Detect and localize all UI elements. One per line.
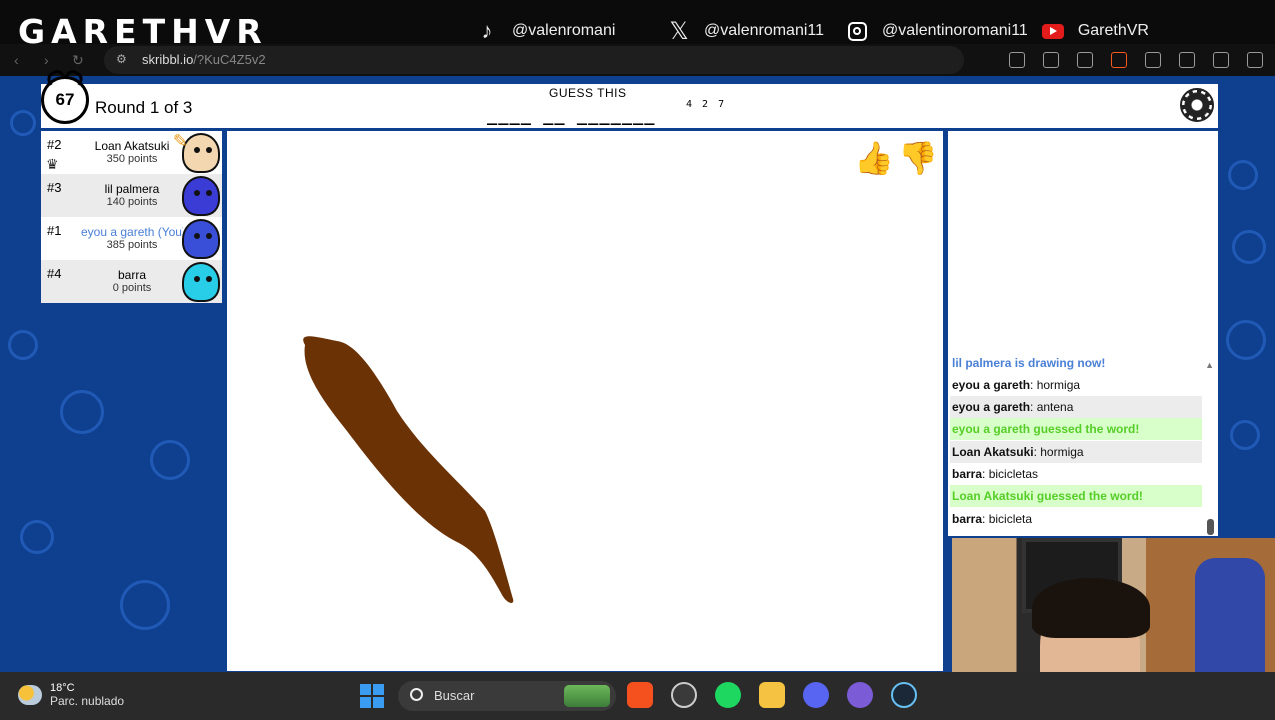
file-explorer-icon[interactable]	[759, 682, 785, 708]
chat-app-icon[interactable]	[847, 682, 873, 708]
chat-user: Loan Akatsuki	[952, 445, 1034, 459]
weather-cloud-icon	[18, 685, 42, 705]
pencil-drawing-icon: ✎	[172, 131, 188, 151]
chat-user: eyou a gareth	[952, 378, 1031, 392]
chat-text: bicicleta	[988, 512, 1033, 526]
settings-gear-icon[interactable]	[1180, 88, 1214, 122]
player-name: Loan Akatsuki	[94, 139, 170, 153]
address-bar[interactable]: ⚙ skribbl.io/?KuC4Z5v2	[104, 46, 964, 74]
brave-shield-icon[interactable]	[1111, 52, 1127, 68]
player-row[interactable]: #4 barra 0 points	[41, 260, 222, 303]
player-rank: #1	[47, 223, 62, 238]
url-host: skribbl.io	[142, 52, 194, 67]
player-avatar	[182, 262, 220, 302]
player-name: lil palmera	[104, 182, 160, 196]
chat-text: bicicletas	[988, 467, 1039, 481]
player-avatar	[182, 176, 220, 216]
instagram-icon	[844, 18, 870, 44]
windows-start-icon[interactable]	[360, 684, 384, 708]
player-name: barra	[117, 268, 146, 282]
chat-message: barra: bicicletas	[952, 467, 1039, 481]
player-points: 350 points	[106, 153, 158, 165]
round-indicator: Round 1 of 3	[95, 98, 193, 117]
obs-icon[interactable]	[671, 682, 697, 708]
chat-text: antena	[1036, 400, 1074, 414]
chat-panel: lil palmera is drawing now! eyou a garet…	[948, 131, 1218, 536]
search-highlight-icon	[564, 685, 610, 707]
chat-user: eyou a gareth	[952, 400, 1031, 414]
webcam-person-hair	[1032, 578, 1150, 638]
brown-stroke	[303, 336, 514, 603]
timer-value: 67	[55, 90, 75, 109]
player-rank: #2	[47, 137, 62, 152]
search-placeholder: Buscar	[434, 688, 475, 703]
drawing-canvas[interactable]: 👍 👎	[227, 131, 943, 671]
player-rank: #4	[47, 266, 62, 281]
word-hint: ____ __ _______	[487, 106, 656, 126]
x-icon: 𝕏	[669, 17, 689, 45]
weather-widget[interactable]: 18°C Parc. nublado	[18, 682, 124, 708]
social-tiktok: ♪ @valenromani	[474, 18, 616, 44]
player-points: 385 points	[106, 239, 158, 251]
chat-message: eyou a gareth: antena	[950, 396, 1202, 418]
player-points: 0 points	[112, 282, 152, 294]
player-avatar	[182, 219, 220, 259]
player-points: 140 points	[106, 196, 158, 208]
reload-icon[interactable]: ↻	[72, 52, 84, 69]
brave-browser-icon[interactable]	[627, 682, 653, 708]
chat-message: barra: bicicleta	[952, 512, 1033, 526]
extensions-icon[interactable]	[1145, 52, 1161, 68]
thumbs-up-icon[interactable]: 👍	[854, 139, 894, 177]
search-icon	[410, 688, 423, 701]
translate-icon[interactable]	[1009, 52, 1025, 68]
steam-icon[interactable]	[891, 682, 917, 708]
discord-icon[interactable]	[803, 682, 829, 708]
chat-user: barra	[952, 467, 983, 481]
chat-text: hormiga	[1040, 445, 1084, 459]
chat-text: hormiga	[1036, 378, 1081, 392]
player-row[interactable]: #3 lil palmera 140 points	[41, 174, 222, 217]
windows-taskbar: 18°C Parc. nublado Buscar	[0, 672, 1275, 720]
drawing-svg	[303, 336, 514, 603]
back-icon[interactable]: ‹	[14, 52, 19, 68]
spotify-icon[interactable]	[715, 682, 741, 708]
game-header: 67 Round 1 of 3 GUESS THIS ____ __ _____…	[41, 76, 1218, 128]
chat-scrollbar[interactable]	[1207, 519, 1214, 535]
tiktok-icon: ♪	[481, 18, 493, 43]
timer-clock: 67	[41, 76, 89, 124]
chat-message: eyou a gareth guessed the word!	[950, 418, 1202, 440]
menu-icon[interactable]	[1247, 52, 1263, 68]
chat-message: Loan Akatsuki: hormiga	[950, 441, 1202, 463]
crown-icon: ♛	[46, 156, 59, 172]
chat-message: Loan Akatsuki guessed the word!	[950, 485, 1202, 507]
vpn-icon[interactable]	[1213, 52, 1229, 68]
wallet-icon[interactable]	[1179, 52, 1195, 68]
player-list: #2 ♛ Loan Akatsuki 350 points ✎ #3 lil p…	[41, 131, 222, 304]
forward-icon[interactable]: ›	[44, 52, 49, 68]
url-path: /?KuC4Z5v2	[193, 52, 266, 67]
scroll-up-icon[interactable]: ▲	[1205, 360, 1214, 370]
player-rank: #3	[47, 180, 62, 195]
player-row[interactable]: #1 eyou a gareth (You) 385 points	[41, 217, 222, 260]
player-name: eyou a gareth (You)	[81, 225, 183, 239]
weather-desc: Parc. nublado	[50, 694, 125, 708]
chat-message: eyou a gareth: hormiga	[952, 378, 1081, 392]
share-icon[interactable]	[1077, 52, 1093, 68]
guess-label: GUESS THIS	[549, 86, 627, 100]
zoom-icon[interactable]	[1043, 52, 1059, 68]
social-x: 𝕏 @valenromani11	[666, 17, 824, 45]
browser-extension-icons	[1009, 52, 1263, 68]
chat-user: barra	[952, 512, 983, 526]
site-info-icon[interactable]: ⚙	[116, 52, 127, 66]
chat-message: lil palmera is drawing now!	[952, 356, 1106, 370]
social-instagram: @valentinoromani11 GarethVR	[844, 18, 1149, 44]
taskbar-search[interactable]: Buscar	[398, 681, 616, 711]
youtube-icon	[1040, 18, 1066, 44]
weather-temp: 18°C	[50, 682, 75, 694]
thumbs-down-icon[interactable]: 👎	[898, 139, 938, 177]
player-row[interactable]: #2 ♛ Loan Akatsuki 350 points ✎	[41, 131, 222, 174]
word-lengths: 4 2 7	[686, 99, 727, 110]
